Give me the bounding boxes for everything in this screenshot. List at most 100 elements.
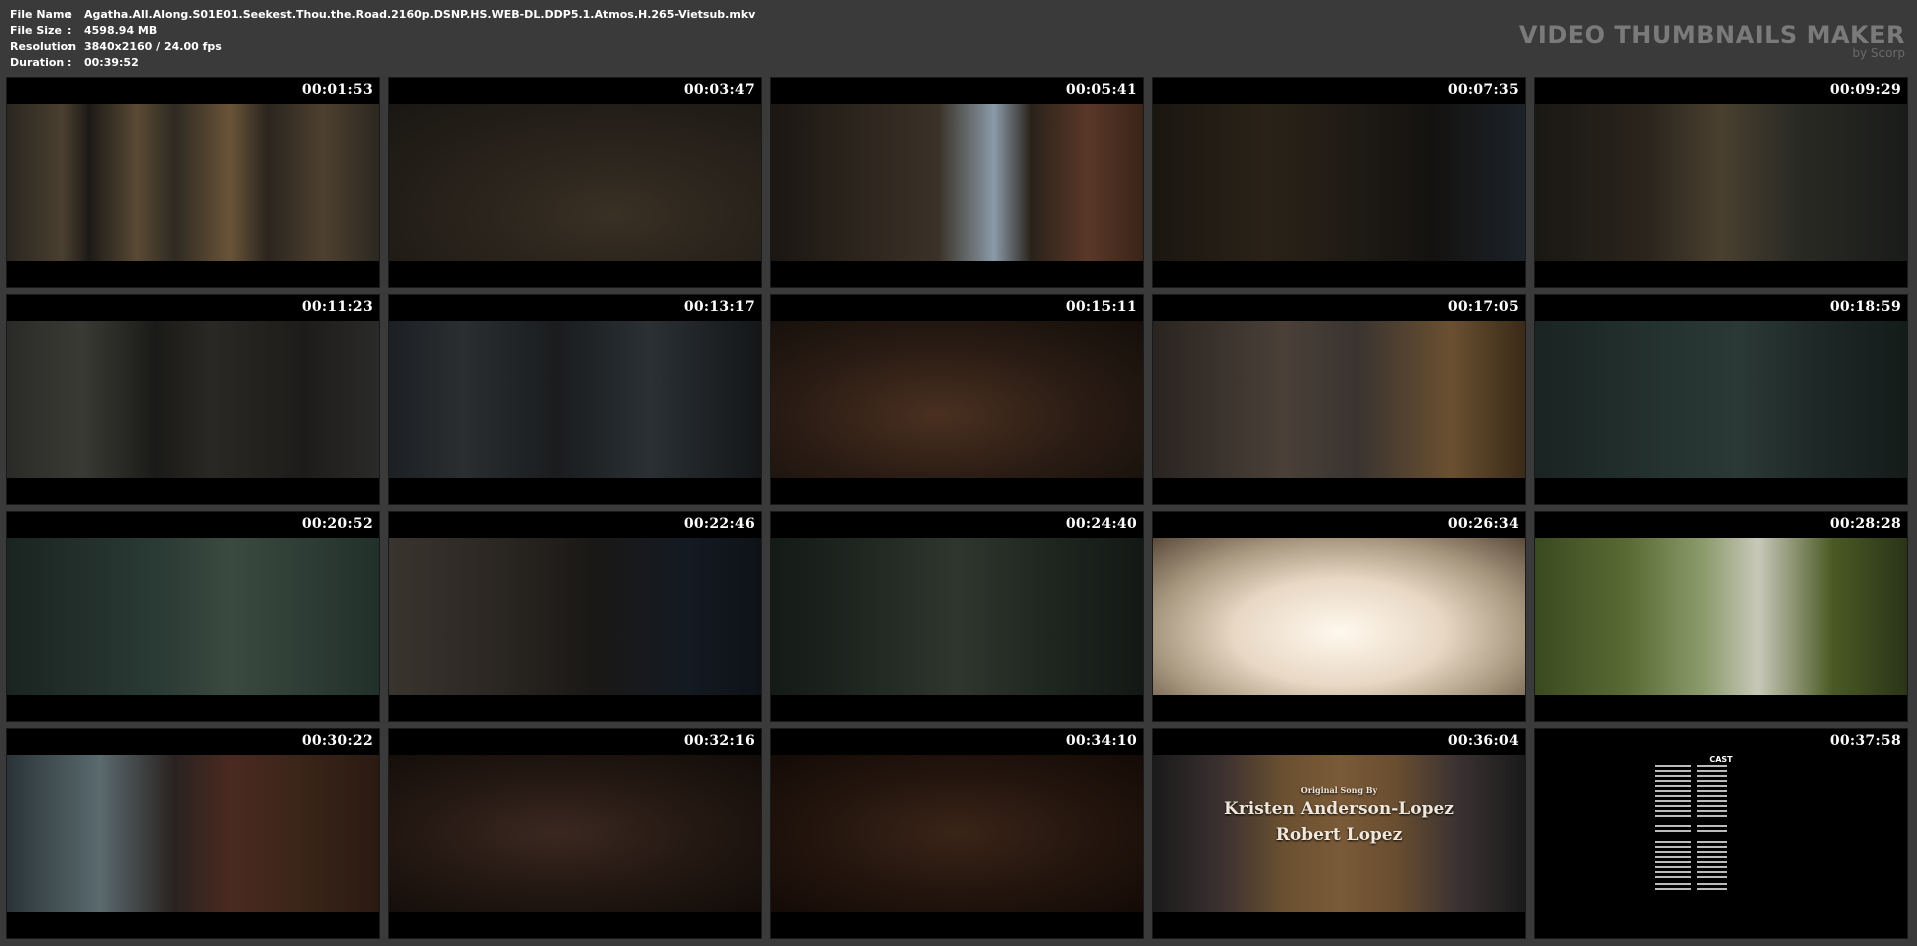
- thumbnail-timestamp: 00:24:40: [1065, 516, 1137, 532]
- credit-line-decoration: [1655, 861, 1691, 863]
- credit-line-decoration: [1655, 883, 1691, 885]
- credit-line-decoration: [1655, 810, 1691, 812]
- thumbnail-office-group[interactable]: 00:05:41: [770, 77, 1144, 288]
- thumbnail-grid: 00:01:53 00:03:47 00:05:41 00:07:35 00:09:29…: [6, 77, 1908, 939]
- file-size-value: 4598.94 MB: [84, 24, 158, 37]
- thumbnail-office-conversation[interactable]: 00:11:23: [6, 294, 380, 505]
- brand-watermark: VIDEO THUMBNAILS MAKER by Scorp: [1519, 22, 1905, 59]
- file-name-row: File Name : Agatha.All.Along.S01E01.Seek…: [10, 7, 755, 23]
- thumbnail-forest[interactable]: 00:01:53: [6, 77, 380, 288]
- separator: :: [67, 8, 72, 21]
- thumbnail-frame: [1153, 538, 1525, 695]
- credit-line-decoration: [1655, 770, 1691, 772]
- file-name-value: Agatha.All.Along.S01E01.Seekest.Thou.the…: [84, 8, 756, 21]
- credit-line-decoration: [1655, 866, 1691, 868]
- credit-line-decoration: [1655, 841, 1691, 843]
- thumbnail-frame: [1535, 321, 1907, 478]
- thumbnail-frame: [1153, 104, 1525, 261]
- thumbnail-timestamp: 00:32:16: [683, 733, 755, 749]
- thumbnail-timestamp: 00:37:58: [1829, 733, 1901, 749]
- thumbnail-frame: [7, 755, 379, 912]
- resolution-value: 3840x2160 / 24.00 fps: [84, 40, 222, 53]
- thumbnail-bookshelf[interactable]: 00:07:35: [1152, 77, 1526, 288]
- credit-line-decoration: [1655, 871, 1691, 873]
- file-size-row: File Size : 4598.94 MB: [10, 23, 755, 39]
- thumbnail-woman-smiling[interactable]: 00:34:10: [770, 728, 1144, 939]
- credit-line-decoration: [1655, 876, 1691, 878]
- thumbnail-bright-light[interactable]: 00:26:34: [1152, 511, 1526, 722]
- credit-line-decoration: [1697, 841, 1727, 843]
- resolution-label: Resolution: [10, 40, 77, 53]
- thumbnail-timestamp: 00:28:28: [1829, 516, 1901, 532]
- file-info-panel: File Name : Agatha.All.Along.S01E01.Seek…: [10, 7, 755, 71]
- title-card-text: Kristen Anderson-Lopez: [1224, 799, 1454, 819]
- credit-line-decoration: [1697, 856, 1727, 858]
- thumbnail-frame: [389, 755, 761, 912]
- thumbnail-office-desk[interactable]: 00:09:29: [1534, 77, 1908, 288]
- thumbnail-frame: [7, 538, 379, 695]
- credit-line-decoration: [1697, 810, 1727, 812]
- thumbnail-frame: [7, 104, 379, 261]
- credit-line-decoration: [1655, 785, 1691, 787]
- thumbnail-timestamp: 00:13:17: [683, 299, 755, 315]
- thumbnail-living-room[interactable]: 00:15:11: [770, 294, 1144, 505]
- credit-line-decoration: [1697, 775, 1727, 777]
- thumbnail-interrogation-room[interactable]: 00:18:59: [1534, 294, 1908, 505]
- credit-line-decoration: [1655, 795, 1691, 797]
- credit-line-decoration: [1655, 790, 1691, 792]
- separator: :: [67, 24, 72, 37]
- thumbnail-title-card[interactable]: Original Song By Kristen Anderson-Lopez Ro…: [1152, 728, 1526, 939]
- thumbnail-timestamp: 00:01:53: [301, 82, 373, 98]
- thumbnail-kitchen[interactable]: 00:30:22: [6, 728, 380, 939]
- credit-line-decoration: [1697, 871, 1727, 873]
- credit-line-decoration: [1697, 866, 1727, 868]
- thumbnail-crime-scene-forest[interactable]: 00:03:47: [388, 77, 762, 288]
- credit-line-decoration: [1655, 851, 1691, 853]
- thumbnail-interrogation-table[interactable]: 00:20:52: [6, 511, 380, 722]
- credit-line-decoration: [1697, 790, 1727, 792]
- thumbnail-frame: [389, 104, 761, 261]
- resolution-row: Resolution : 3840x2160 / 24.00 fps: [10, 39, 755, 55]
- credit-line-decoration: [1697, 830, 1727, 832]
- thumbnail-woman-dark-hair[interactable]: 00:32:16: [388, 728, 762, 939]
- thumbnail-timestamp: 00:09:29: [1829, 82, 1901, 98]
- credit-line-decoration: [1697, 825, 1727, 827]
- credit-line-decoration: [1655, 775, 1691, 777]
- credit-line-decoration: [1655, 805, 1691, 807]
- credit-line-decoration: [1655, 856, 1691, 858]
- thumbnail-timestamp: 00:20:52: [301, 516, 373, 532]
- credit-line-decoration: [1697, 785, 1727, 787]
- credit-line-decoration: [1655, 846, 1691, 848]
- thumbnail-timestamp: 00:07:35: [1447, 82, 1519, 98]
- thumbnail-frame: [7, 321, 379, 478]
- thumbnail-frame: Original Song By Kristen Anderson-Lopez Ro…: [1153, 755, 1525, 912]
- credit-line-decoration: [1697, 846, 1727, 848]
- thumbnail-timestamp: 00:11:23: [301, 299, 373, 315]
- thumbnail-frame: [1153, 321, 1525, 478]
- thumbnail-closeup-dark[interactable]: 00:22:46: [388, 511, 762, 722]
- thumbnail-police-officer[interactable]: 00:13:17: [388, 294, 762, 505]
- thumbnail-frame: CAST: [1535, 755, 1907, 912]
- thumbnail-garden-fence[interactable]: 00:28:28: [1534, 511, 1908, 722]
- thumbnail-corridor[interactable]: 00:24:40: [770, 511, 1144, 722]
- thumbnail-credits[interactable]: CAST 00:37:58: [1534, 728, 1908, 939]
- title-card-text: Robert Lopez: [1275, 825, 1403, 845]
- credit-line-decoration: [1655, 765, 1691, 767]
- thumbnail-frame: [389, 321, 761, 478]
- brand-title: VIDEO THUMBNAILS MAKER: [1518, 21, 1905, 49]
- credit-line-decoration: [1697, 795, 1727, 797]
- credit-line-decoration: [1655, 780, 1691, 782]
- credit-line-decoration: [1697, 805, 1727, 807]
- credit-line-decoration: [1655, 830, 1691, 832]
- credit-line-decoration: [1697, 815, 1727, 817]
- thumbnail-woman-plaid[interactable]: 00:17:05: [1152, 294, 1526, 505]
- credit-line-decoration: [1697, 770, 1727, 772]
- thumbnail-timestamp: 00:03:47: [683, 82, 755, 98]
- credit-line-decoration: [1655, 888, 1691, 890]
- credit-line-decoration: [1697, 883, 1727, 885]
- credit-line-decoration: [1697, 861, 1727, 863]
- thumbnail-timestamp: 00:15:11: [1065, 299, 1137, 315]
- thumbnail-timestamp: 00:17:05: [1447, 299, 1519, 315]
- credit-line-decoration: [1697, 765, 1727, 767]
- thumbnail-frame: [389, 538, 761, 695]
